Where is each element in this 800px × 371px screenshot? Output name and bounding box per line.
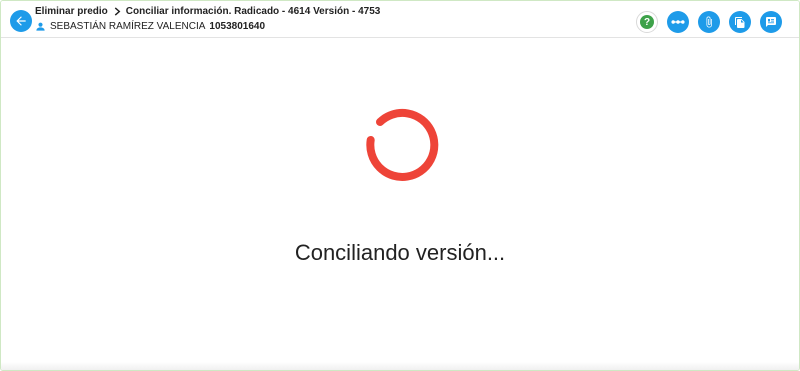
help-icon-label: ? <box>643 16 651 28</box>
bottom-shadow <box>1 362 799 370</box>
person-icon <box>35 21 46 32</box>
copy-button[interactable] <box>729 11 751 33</box>
attach-button[interactable] <box>698 11 720 33</box>
spinner-icon <box>366 108 439 181</box>
back-button[interactable] <box>10 10 32 32</box>
notes-icon <box>766 17 776 27</box>
flow-dots-icon <box>671 20 685 24</box>
loading-spinner <box>360 103 444 192</box>
breadcrumb: Eliminar predio Conciliar información. R… <box>35 6 380 17</box>
notes-button[interactable] <box>760 11 782 33</box>
user-info: SEBASTIÁN RAMÍREZ VALENCIA 1053801640 <box>35 21 265 32</box>
user-name: SEBASTIÁN RAMÍREZ VALENCIA <box>50 21 206 32</box>
loading-message: Conciliando versión... <box>294 240 506 265</box>
app-window: Eliminar predio Conciliar información. R… <box>0 0 800 371</box>
flow-button[interactable] <box>667 11 689 33</box>
arrow-left-icon <box>16 16 26 26</box>
main-content: Conciliando versión... <box>1 38 799 370</box>
paperclip-icon <box>706 16 712 28</box>
help-icon: ? <box>640 15 654 29</box>
breadcrumb-current: Conciliar información. Radicado - 4614 V… <box>125 6 381 17</box>
header-actions: ? <box>627 11 782 33</box>
breadcrumb-parent[interactable]: Eliminar predio <box>35 6 108 17</box>
chevron-right-icon <box>114 7 121 16</box>
user-id: 1053801640 <box>209 21 266 32</box>
header-bar: Eliminar predio Conciliar información. R… <box>1 1 799 38</box>
copy-icon <box>735 16 745 28</box>
help-button[interactable]: ? <box>636 11 658 33</box>
